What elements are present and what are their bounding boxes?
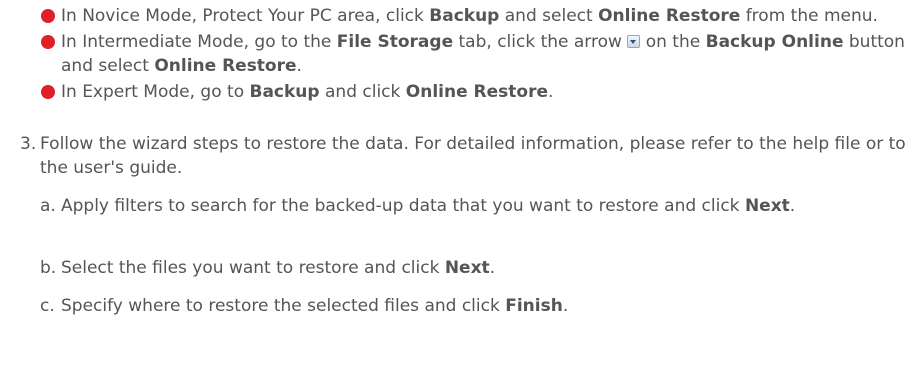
bullet-text: tab, click the arrow (453, 32, 628, 52)
bullet-intermediate-mode: In Intermediate Mode, go to the File Sto… (40, 30, 908, 78)
substep-text-part: . (489, 258, 496, 278)
step-text: Follow the wizard steps to restore the d… (40, 134, 906, 178)
step-3: 3. Follow the wizard steps to restore th… (0, 132, 908, 180)
dropdown-arrow-icon (627, 35, 641, 48)
step-number: 3. (20, 134, 37, 154)
bold-online-restore: Online Restore (598, 6, 741, 26)
bullet-text: and select (499, 6, 599, 26)
substep-b: b. Select the files you want to restore … (0, 256, 908, 280)
substep-a: a. Apply filters to search for the backe… (0, 194, 908, 218)
substep-text-part: Select the files you want to restore and… (61, 258, 445, 278)
substep-text-part: Apply filters to search for the backed-u… (61, 196, 745, 216)
bullet-novice-mode: In Novice Mode, Protect Your PC area, cl… (40, 4, 908, 28)
bullet-text: In Novice Mode, Protect Your PC area, cl… (61, 6, 430, 26)
bold-online-restore: Online Restore (405, 82, 548, 102)
bullet-text: on the (640, 32, 706, 52)
bullet-text: In Intermediate Mode, go to the (61, 32, 337, 52)
substep-text: Select the files you want to restore and… (61, 256, 908, 280)
substep-text-part: . (562, 296, 569, 316)
bold-backup: Backup (249, 82, 320, 102)
substep-c: c. Specify where to restore the selected… (0, 294, 908, 318)
bullet-text: and click (319, 82, 406, 102)
bold-backup-online: Backup Online (705, 32, 844, 52)
bullet-expert-mode: In Expert Mode, go to Backup and click O… (40, 80, 908, 104)
substep-text-part: Specify where to restore the selected fi… (61, 296, 506, 316)
substep-text-part: . (789, 196, 796, 216)
red-bullet-icon (41, 85, 55, 99)
document-page: In Novice Mode, Protect Your PC area, cl… (0, 0, 912, 368)
bold-file-storage: File Storage (336, 32, 454, 52)
red-bullet-icon (41, 9, 55, 23)
bullet-text: In Expert Mode, go to (61, 82, 250, 102)
substep-text: Specify where to restore the selected fi… (61, 294, 908, 318)
bold-backup: Backup (429, 6, 500, 26)
bullet-text: from the menu. (740, 6, 878, 26)
bold-finish: Finish (505, 296, 563, 316)
substep-letter: b. (40, 258, 57, 278)
bold-next: Next (444, 258, 490, 278)
substep-letter: c. (40, 296, 55, 316)
substep-letter: a. (40, 196, 56, 216)
red-bullet-icon (41, 35, 55, 49)
bold-online-restore: Online Restore (154, 56, 297, 76)
bold-next: Next (744, 196, 790, 216)
substep-text: Apply filters to search for the backed-u… (61, 194, 908, 218)
bullet-text: . (548, 82, 554, 102)
bullet-text: . (296, 56, 302, 76)
bullet-list: In Novice Mode, Protect Your PC area, cl… (40, 4, 908, 106)
